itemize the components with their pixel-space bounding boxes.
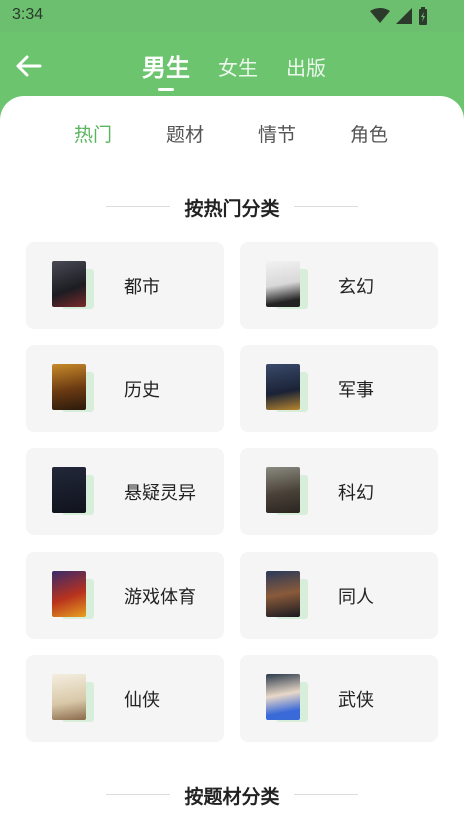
cover-image: [266, 467, 300, 513]
category-label: 科幻: [338, 483, 374, 504]
category-card-wuxia[interactable]: 武侠: [240, 655, 438, 742]
cover-image: [52, 674, 86, 720]
category-label: 玄幻: [338, 277, 374, 298]
status-icons: [370, 7, 428, 25]
cover-image: [266, 571, 300, 617]
category-label: 历史: [124, 380, 160, 401]
cover-image: [266, 674, 300, 720]
book-cover: [52, 467, 98, 515]
cover-image: [52, 571, 86, 617]
tab-publish-label: 出版: [286, 56, 326, 80]
category-label: 游戏体育: [124, 587, 196, 608]
book-cover: [266, 571, 312, 619]
subtab-hot[interactable]: 热门: [74, 120, 112, 147]
tab-male[interactable]: 男生: [142, 48, 190, 91]
category-card-military[interactable]: 军事: [240, 345, 438, 432]
content-sheet: 热门 题材 情节 角色 按热门分类 都市 玄幻 历史 军事 悬疑灵异 科幻 游戏…: [0, 96, 464, 825]
category-label: 武侠: [338, 690, 374, 711]
status-bar: 3:34: [0, 0, 464, 32]
category-card-fantasy[interactable]: 玄幻: [240, 242, 438, 329]
header: 男生 女生 出版: [0, 32, 464, 104]
tab-female-label: 女生: [218, 56, 258, 80]
category-label: 悬疑灵异: [124, 483, 196, 504]
subtab-plot[interactable]: 情节: [258, 120, 296, 147]
divider: [294, 794, 358, 795]
cover-image: [266, 261, 300, 307]
back-button[interactable]: [14, 54, 46, 82]
book-cover: [52, 364, 98, 412]
category-label: 同人: [338, 587, 374, 608]
category-card-fan-fiction[interactable]: 同人: [240, 552, 438, 639]
divider: [294, 206, 358, 207]
cover-image: [52, 261, 86, 307]
book-cover: [266, 261, 312, 309]
cover-image: [52, 467, 86, 513]
status-time: 3:34: [12, 6, 44, 23]
signal-icon: [396, 8, 412, 24]
category-card-history[interactable]: 历史: [26, 345, 224, 432]
category-card-game-sports[interactable]: 游戏体育: [26, 552, 224, 639]
tab-publish[interactable]: 出版: [286, 52, 326, 81]
wifi-icon: [370, 8, 390, 23]
tab-female[interactable]: 女生: [218, 52, 258, 81]
category-card-mystery[interactable]: 悬疑灵异: [26, 448, 224, 535]
tab-male-label: 男生: [142, 54, 190, 82]
subtab-role[interactable]: 角色: [350, 120, 388, 147]
cover-image: [52, 364, 86, 410]
section-title-theme: 按题材分类: [0, 782, 464, 808]
category-label: 军事: [338, 380, 374, 401]
section-title-text: 按题材分类: [184, 786, 280, 808]
book-cover: [52, 261, 98, 309]
subtab-theme[interactable]: 题材: [166, 120, 204, 147]
book-cover: [266, 467, 312, 515]
active-tab-indicator: [158, 88, 174, 91]
book-cover: [52, 571, 98, 619]
battery-icon: [419, 7, 427, 25]
category-label: 仙侠: [124, 690, 160, 711]
section-title-hot: 按热门分类: [0, 194, 464, 220]
book-cover: [52, 674, 98, 722]
category-card-urban[interactable]: 都市: [26, 242, 224, 329]
cover-image: [266, 364, 300, 410]
book-cover: [266, 364, 312, 412]
book-cover: [266, 674, 312, 722]
top-tabs: 男生 女生 出版: [142, 52, 326, 91]
section-title-text: 按热门分类: [184, 198, 280, 220]
back-arrow-icon: [16, 55, 42, 77]
category-card-xianxia[interactable]: 仙侠: [26, 655, 224, 742]
category-label: 都市: [124, 277, 160, 298]
category-card-scifi[interactable]: 科幻: [240, 448, 438, 535]
